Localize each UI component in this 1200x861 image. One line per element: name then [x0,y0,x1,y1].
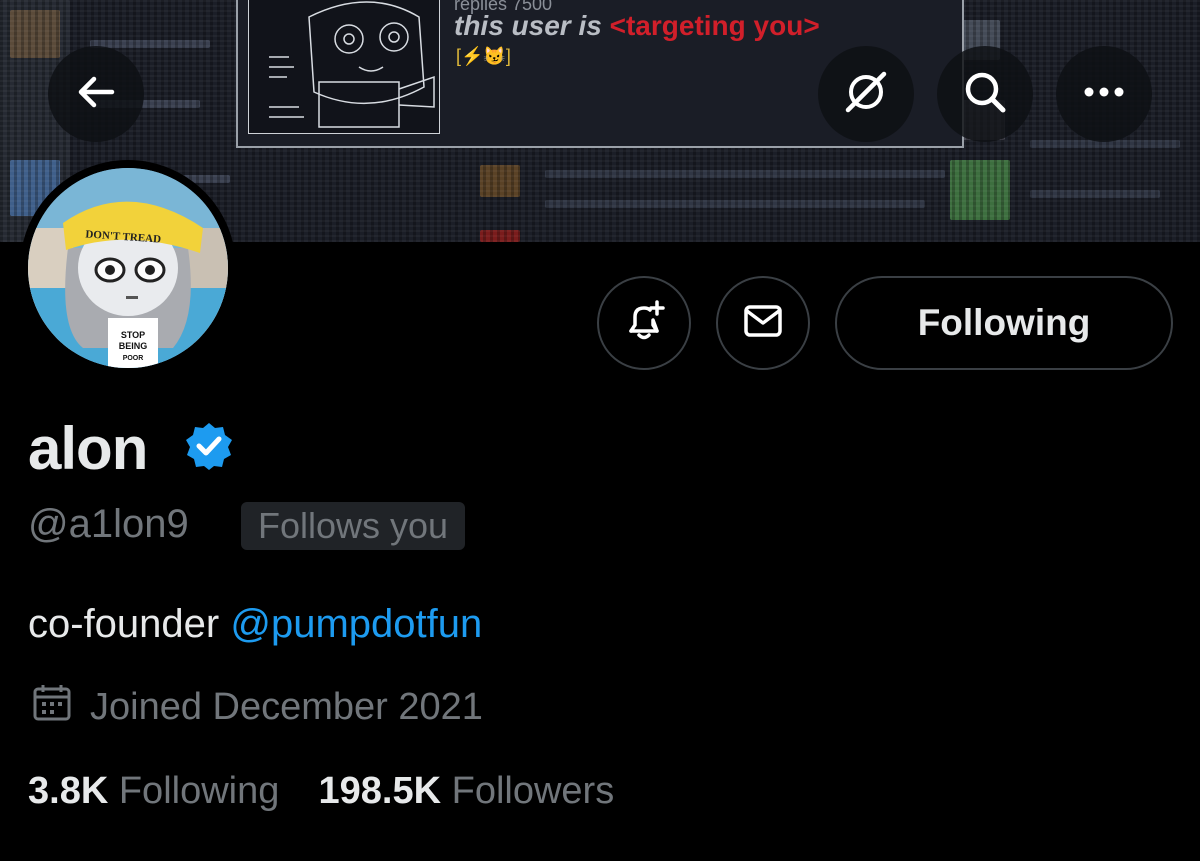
verified-badge-icon[interactable] [184,421,234,476]
avatar[interactable]: DON'T TREAD STOP BEING POOR [28,168,228,368]
followers-count: 198.5K [318,770,442,812]
profile-bio: co-founder @pumpdotfun [28,602,482,647]
avatar-shirt-line-3: POOR [123,355,144,362]
calendar-icon [32,682,72,732]
banner-card-text: this user is <targeting you> [454,10,820,42]
follow-stats: 3.8K Following 198.5K Followers [28,770,614,813]
following-count: 3.8K [28,770,109,812]
banner-card-text-red: <targeting you> [609,10,820,41]
joined-text: Joined December 2021 [90,685,483,728]
following-stat[interactable]: 3.8K Following [28,770,290,812]
notify-button[interactable] [597,276,691,370]
more-button[interactable] [1056,46,1152,142]
grok-button[interactable] [818,46,914,142]
followers-stat[interactable]: 198.5K Followers [319,770,615,812]
banner-card-sub: [⚡😼] [456,46,511,66]
joined-date: Joined December 2021 [32,682,483,732]
search-button[interactable] [937,46,1033,142]
arrow-left-icon [74,70,118,119]
ellipsis-icon [1082,85,1126,103]
bio-mention-link[interactable]: @pumpdotfun [230,602,482,646]
avatar-shirt-line-1: STOP [121,330,145,340]
slashed-circle-icon [842,68,890,121]
following-button[interactable]: Following [835,276,1173,370]
profile-handle: @a1lon9 [28,502,189,546]
banner-ascii-art [248,0,440,134]
follows-you-badge: Follows you [241,502,466,550]
bio-text: co-founder [28,602,231,646]
mail-icon [740,298,786,349]
message-button[interactable] [716,276,810,370]
avatar-shirt-line-2: BEING [119,341,148,351]
following-label: Following [118,770,280,812]
banner-card-text-prefix: this user is [454,10,602,41]
profile-name: alon [28,415,148,482]
search-icon [961,68,1009,121]
bell-plus-icon [621,298,667,349]
followers-label: Followers [451,770,615,812]
back-button[interactable] [48,46,144,142]
